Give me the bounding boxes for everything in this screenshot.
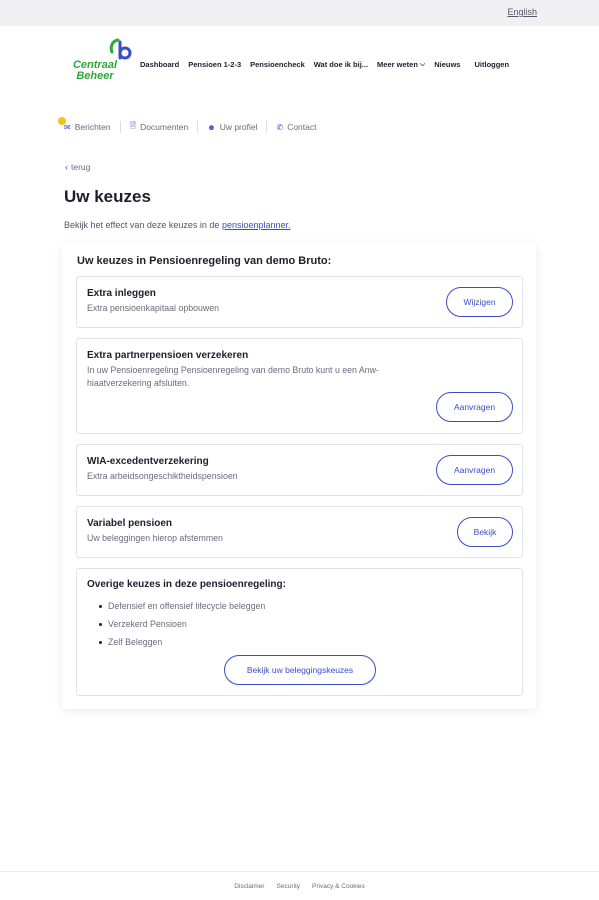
list-item: Verzekerd Pensioen — [99, 615, 265, 633]
card-title: Overige keuzes in deze pensioenregeling: — [87, 579, 286, 590]
nav-pensioen-123[interactable]: Pensioen 1-2-3 — [188, 60, 241, 69]
card-description: Uw beleggingen hierop afstemmen — [87, 533, 223, 543]
logo[interactable]: Centraal Beheer — [66, 38, 138, 86]
nav-pensioencheck[interactable]: Pensioencheck — [250, 60, 305, 69]
list-item: Defensief en offensief lifecycle belegge… — [99, 597, 265, 615]
subnav-documenten-label: Documenten — [140, 122, 189, 132]
footer-link-disclaimer[interactable]: Disclaimer — [234, 883, 264, 890]
card-description-line-1: In uw Pensioenregeling Pensioenregeling … — [87, 365, 379, 375]
subnav-profiel[interactable]: ☻ Uw profiel — [198, 121, 268, 133]
footer-link-privacy[interactable]: Privacy & Cookies — [312, 883, 365, 890]
page-title: Uw keuzes — [64, 187, 151, 206]
user-icon: ☻ — [207, 122, 216, 132]
card-description: Extra pensioenkapitaal opbouwen — [87, 303, 220, 313]
footer: Disclaimer Security Privacy & Cookies — [0, 871, 599, 900]
back-link[interactable]: ‹ terug — [65, 162, 90, 172]
top-bar: English — [0, 0, 599, 26]
list-item: Zelf Beleggen — [99, 633, 265, 651]
chevron-down-icon: ⌵ — [419, 60, 426, 68]
footer-link-security[interactable]: Security — [277, 883, 300, 890]
main-nav: Dashboard Pensioen 1-2-3 Pensioencheck W… — [140, 60, 518, 69]
card-title: Extra inleggen — [87, 288, 156, 299]
nav-nieuws[interactable]: Nieuws — [434, 60, 460, 69]
subnav-contact[interactable]: ✆ Contact — [267, 121, 325, 133]
card-title: WIA-excedentverzekering — [87, 456, 209, 467]
card-title: Variabel pensioen — [87, 518, 173, 529]
card-wia-excedent: WIA-excedentverzekering Extra arbeidsong… — [76, 444, 523, 496]
logo-text: Centraal Beheer — [66, 60, 124, 82]
card-title: Extra partnerpensioen verzekeren — [87, 350, 249, 361]
card-description: Extra arbeidsongeschiktheidspensioen — [87, 471, 238, 481]
card-overige-keuzes: Overige keuzes in deze pensioenregeling:… — [76, 568, 523, 696]
chevron-left-icon: ‹ — [65, 162, 68, 172]
logo-line-2: Beheer — [76, 70, 114, 82]
subnav-documenten[interactable]: 🗎 Documenten — [121, 121, 199, 133]
phone-icon: ✆ — [276, 122, 284, 132]
card-extra-partnerpensioen: Extra partnerpensioen verzekeren In uw P… — [76, 338, 523, 434]
subnav-profiel-label: Uw profiel — [219, 122, 258, 132]
card-variabel-pensioen: Variabel pensioen Uw beleggingen hierop … — [76, 506, 523, 558]
logout-link[interactable]: Uitloggen — [474, 60, 509, 69]
notification-dot — [58, 117, 66, 125]
aanvragen-partnerpensioen-button[interactable]: Aanvragen — [436, 392, 513, 422]
back-link-label: terug — [71, 162, 91, 172]
bekijk-beleggingskeuzes-button[interactable]: Bekijk uw beleggingskeuzes — [224, 655, 376, 685]
sub-nav: ✉ Berichten 🗎 Documenten ☻ Uw profiel ✆ … — [58, 117, 325, 133]
choices-panel: Uw keuzes in Pensioenregeling van demo B… — [62, 243, 536, 709]
subnav-berichten-label: Berichten — [74, 122, 111, 132]
bekijk-button[interactable]: Bekijk — [457, 517, 513, 547]
nav-meer-weten-label: Meer weten — [377, 60, 418, 69]
header: Centraal Beheer Dashboard Pensioen 1-2-3… — [0, 26, 599, 104]
subnav-berichten[interactable]: ✉ Berichten — [58, 117, 121, 133]
other-choices-list: Defensief en offensief lifecycle belegge… — [99, 597, 265, 651]
card-description-line-2: hiaatverzekering afsluiten. — [87, 378, 190, 388]
subnav-contact-label: Contact — [287, 122, 317, 132]
wijzigen-button[interactable]: Wijzigen — [446, 287, 513, 317]
intro-text: Bekijk het effect van deze keuzes in de … — [64, 220, 291, 230]
nav-dashboard[interactable]: Dashboard — [140, 60, 179, 69]
pensioenplanner-link[interactable]: pensioenplanner. — [222, 220, 291, 230]
panel-title: Uw keuzes in Pensioenregeling van demo B… — [77, 255, 332, 267]
aanvragen-wia-button[interactable]: Aanvragen — [436, 455, 513, 485]
card-extra-inleggen: Extra inleggen Extra pensioenkapitaal op… — [76, 276, 523, 328]
nav-meer-weten[interactable]: Meer weten ⌵ — [377, 60, 425, 69]
nav-wat-doe-ik-bij[interactable]: Wat doe ik bij... — [314, 60, 368, 69]
intro-text-body: Bekijk het effect van deze keuzes in de — [64, 220, 222, 230]
document-icon: 🗎 — [129, 121, 137, 130]
mail-icon: ✉ — [64, 122, 71, 132]
language-link[interactable]: English — [507, 7, 537, 17]
